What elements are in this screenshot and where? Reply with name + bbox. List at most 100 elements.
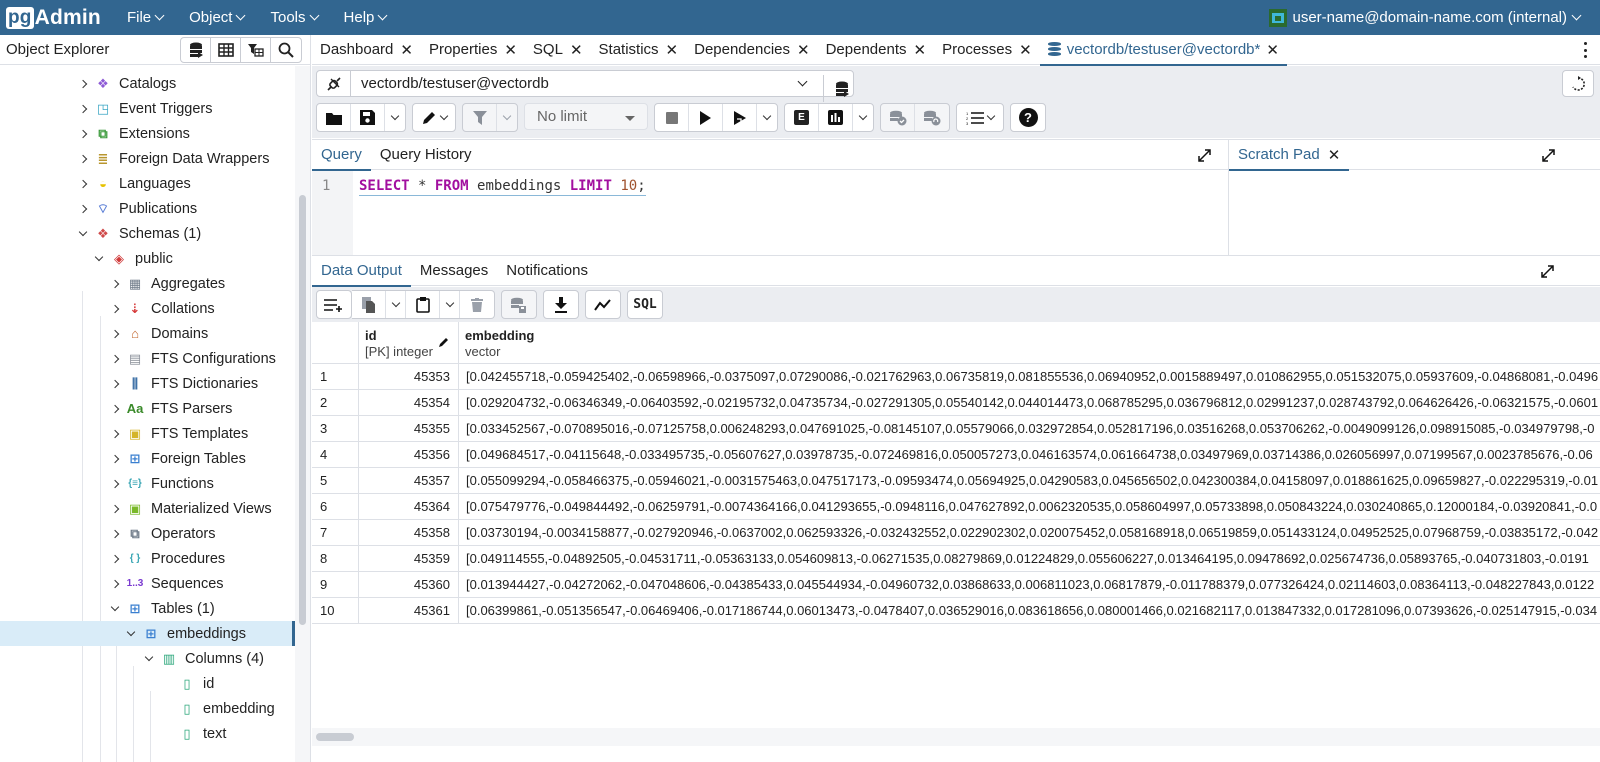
close-icon[interactable]: ✕ (666, 41, 679, 59)
tab-data-output[interactable]: Data Output (312, 256, 411, 287)
tab-vectordb-testuser-vectordb[interactable]: vectordb/testuser@vectordb* ✕ (1039, 35, 1288, 66)
table-row[interactable]: 3 45355 [0.033452567,-0.070895016,-0.07125… (312, 416, 1600, 442)
chevron-right-icon[interactable] (108, 329, 122, 338)
close-icon[interactable]: ✕ (1266, 41, 1279, 59)
tree-node-fts-configurations[interactable]: ▤ FTS Configurations (0, 346, 296, 371)
stop-button[interactable] (655, 104, 689, 131)
cell-embedding[interactable]: [0.033452567,-0.070895016,-0.07125758,0.… (459, 416, 1600, 441)
tab-dependents[interactable]: Dependents ✕ (818, 35, 934, 65)
tree-node-fts-templates[interactable]: ▣ FTS Templates (0, 421, 296, 446)
row-number[interactable]: 9 (312, 572, 359, 597)
close-icon[interactable]: ✕ (914, 41, 927, 59)
row-number[interactable]: 8 (312, 546, 359, 571)
chevron-right-icon[interactable] (76, 104, 90, 113)
table-row[interactable]: 2 45354 [0.029204732,-0.06346349,-0.064035… (312, 390, 1600, 416)
chevron-right-icon[interactable] (108, 404, 122, 413)
tree-node-extensions[interactable]: ⧉ Extensions (0, 121, 296, 146)
tree-node-operators[interactable]: ⧉ Operators (0, 521, 296, 546)
chevron-right-icon[interactable] (108, 354, 122, 363)
chevron-right-icon[interactable] (108, 379, 122, 388)
connection-status-icon[interactable] (317, 71, 351, 96)
cell-embedding[interactable]: [0.03730194,-0.0034158877,-0.027920946,-… (459, 520, 1600, 545)
cell-embedding[interactable]: [0.042455718,-0.059425402,-0.06598966,-0… (459, 364, 1600, 389)
search-objects-button[interactable] (271, 38, 301, 62)
cell-id[interactable]: 45357 (359, 468, 459, 493)
table-row[interactable]: 8 45359 [0.049114555,-0.04892505,-0.045317… (312, 546, 1600, 572)
reset-layout-button[interactable] (1562, 70, 1594, 97)
tree-node-columns-4[interactable]: ▥ Columns (4) (0, 646, 296, 671)
table-row[interactable]: 9 45360 [0.013944427,-0.04272062,-0.047048… (312, 572, 1600, 598)
save-data-button[interactable] (502, 291, 536, 318)
tree-node-fts-dictionaries[interactable]: ⫼ FTS Dictionaries (0, 371, 296, 396)
download-button[interactable] (544, 291, 578, 318)
row-number[interactable]: 7 (312, 520, 359, 545)
tab-dependencies[interactable]: Dependencies ✕ (686, 35, 817, 65)
row-number[interactable]: 5 (312, 468, 359, 493)
execute-options-button[interactable] (723, 104, 757, 131)
tree-node-embedding[interactable]: ▯ embedding (0, 696, 296, 721)
chevron-right-icon[interactable] (108, 579, 122, 588)
tab-messages[interactable]: Messages (411, 256, 497, 286)
commit-button[interactable] (881, 104, 915, 131)
scrollbar-thumb[interactable] (316, 733, 354, 741)
new-connection-button[interactable] (823, 75, 859, 102)
chevron-right-icon[interactable] (108, 529, 122, 538)
table-row[interactable]: 6 45364 [0.075479776,-0.049844492,-0.06259… (312, 494, 1600, 520)
chevron-right-icon[interactable] (76, 204, 90, 213)
sidebar-scrollbar[interactable] (299, 195, 306, 625)
chevron-down-icon[interactable] (108, 602, 122, 611)
chevron-down-icon[interactable] (124, 627, 138, 636)
cell-id[interactable]: 45361 (359, 598, 459, 623)
rollback-button[interactable] (915, 104, 949, 131)
tree-node-aggregates[interactable]: ▦ Aggregates (0, 271, 296, 296)
tab-query[interactable]: Query (312, 140, 371, 171)
macros-button[interactable]: 123 (957, 104, 1003, 131)
tree-node-catalogs[interactable]: ❖ Catalogs (0, 71, 296, 96)
more-options-icon[interactable] (1584, 42, 1588, 58)
chevron-right-icon[interactable] (76, 154, 90, 163)
row-number[interactable]: 10 (312, 598, 359, 623)
chevron-right-icon[interactable] (108, 554, 122, 563)
close-icon[interactable]: ✕ (797, 41, 810, 59)
cell-embedding[interactable]: [0.055099294,-0.058466375,-0.05946021,-0… (459, 468, 1600, 493)
cell-id[interactable]: 45359 (359, 546, 459, 571)
explain-button[interactable]: E (785, 104, 819, 131)
tree-node-functions[interactable]: {≡} Functions (0, 471, 296, 496)
tree-node-publications[interactable]: ⌔ Publications (0, 196, 296, 221)
maximize-icon[interactable] (1540, 264, 1555, 279)
tab-processes[interactable]: Processes ✕ (934, 35, 1040, 65)
tree-node-domains[interactable]: ⌂ Domains (0, 321, 296, 346)
menu-tools[interactable]: Tools (270, 9, 319, 26)
column-header-embedding[interactable]: embedding vector (459, 322, 1600, 364)
tree-node-languages[interactable]: ◒ Languages (0, 171, 296, 196)
maximize-icon[interactable] (1541, 148, 1556, 163)
row-limit-select[interactable]: No limit (524, 103, 648, 130)
tree-node-public[interactable]: ◈ public (0, 246, 296, 271)
save-file-button[interactable] (351, 104, 385, 131)
cell-id[interactable]: 45358 (359, 520, 459, 545)
tree-node-sequences[interactable]: 1..3 Sequences (0, 571, 296, 596)
scratch-pad-editor[interactable] (1229, 171, 1600, 255)
add-row-button[interactable] (317, 291, 351, 318)
cell-embedding[interactable]: [0.029204732,-0.06346349,-0.06403592,-0.… (459, 390, 1600, 415)
cell-embedding[interactable]: [0.049114555,-0.04892505,-0.04531711,-0.… (459, 546, 1600, 571)
query-tool-button[interactable] (181, 38, 211, 62)
sql-editor[interactable]: 1 SELECT * FROM embeddings LIMIT 10; (312, 171, 1228, 256)
close-icon[interactable]: ✕ (570, 41, 583, 59)
close-icon[interactable]: ✕ (1328, 146, 1341, 164)
open-file-button[interactable] (317, 104, 351, 131)
help-button[interactable]: ? (1011, 104, 1045, 131)
chevron-right-icon[interactable] (108, 504, 122, 513)
view-data-button[interactable] (211, 38, 241, 62)
cell-embedding[interactable]: [0.049684517,-0.04115648,-0.033495735,-0… (459, 442, 1600, 467)
chevron-down-icon[interactable] (142, 652, 156, 661)
tab-query-history[interactable]: Query History (371, 140, 481, 170)
close-icon[interactable]: ✕ (1019, 41, 1032, 59)
table-row[interactable]: 5 45357 [0.055099294,-0.058466375,-0.05946… (312, 468, 1600, 494)
cell-id[interactable]: 45355 (359, 416, 459, 441)
save-options-dropdown[interactable] (385, 104, 405, 131)
column-header-id[interactable]: id [PK] integer (359, 322, 459, 364)
connection-selector[interactable]: vectordb/testuser@vectordb (316, 70, 854, 102)
cell-id[interactable]: 45364 (359, 494, 459, 519)
cell-embedding[interactable]: [0.075479776,-0.049844492,-0.06259791,-0… (459, 494, 1600, 519)
